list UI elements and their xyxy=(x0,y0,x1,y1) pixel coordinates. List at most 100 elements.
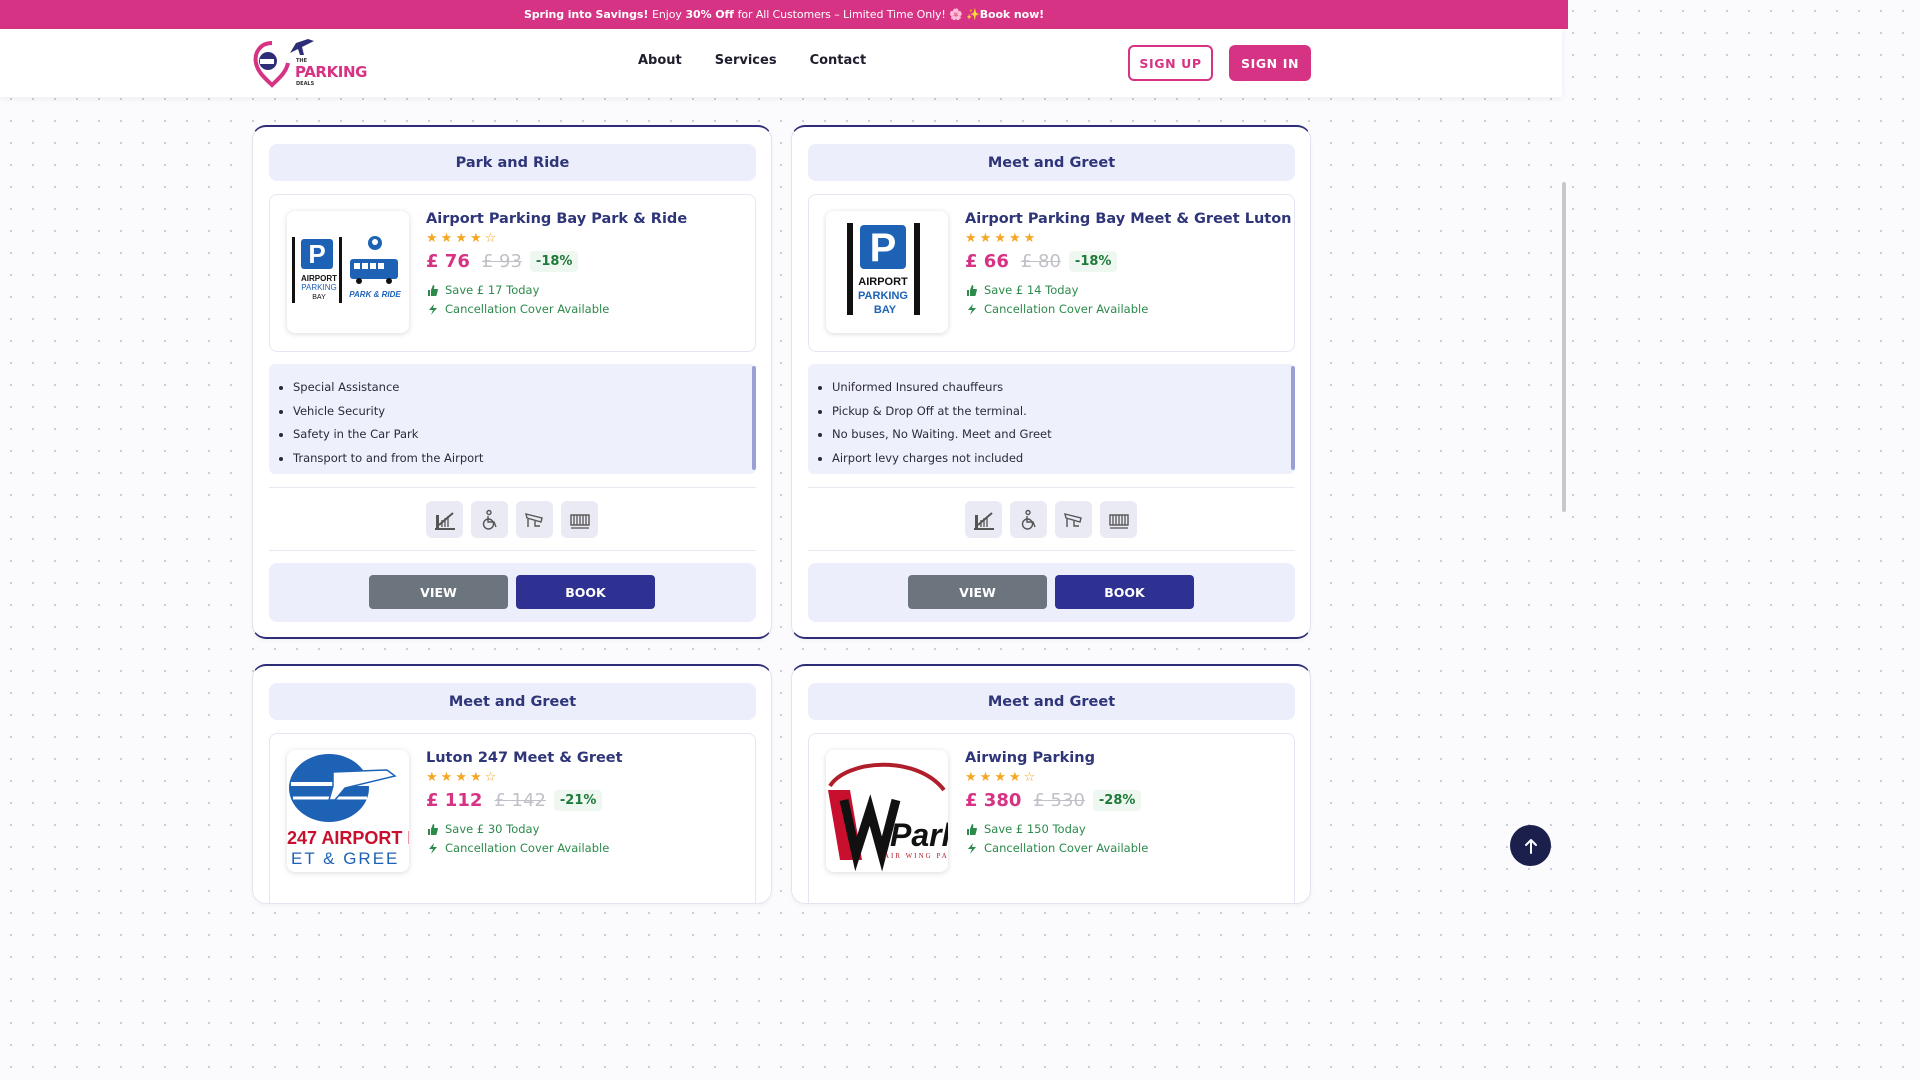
fence-icon[interactable] xyxy=(561,501,598,538)
save-line: Save £ 150 Today xyxy=(967,822,1086,836)
logo-text-parking: PARKING xyxy=(301,283,336,292)
cancel-line: Cancellation Cover Available xyxy=(428,302,609,316)
star-filled-icon: ★ xyxy=(965,770,977,785)
card-actions: VIEW BOOK xyxy=(808,563,1295,622)
feature-scrollbar[interactable] xyxy=(752,366,756,470)
logo-text-airwing: AIR WING PA xyxy=(884,852,948,860)
star-filled-icon: ★ xyxy=(426,770,438,785)
provider-logo[interactable]: 247 AIRPORT PA ET & GREE xyxy=(287,750,409,872)
divider xyxy=(269,487,756,488)
star-filled-icon: ★ xyxy=(1023,231,1036,246)
cctv-icon[interactable] xyxy=(516,501,553,538)
logo-text-meet: ET & GREE xyxy=(291,849,399,868)
svg-text:P: P xyxy=(870,226,897,270)
bolt-icon xyxy=(968,842,976,854)
card-type-label: Meet and Greet xyxy=(269,683,756,720)
logo-text-park-ride: PARK & RIDE xyxy=(349,290,401,299)
promo-highlight: 30% Off xyxy=(685,8,734,21)
amenity-icons xyxy=(426,501,598,538)
logo-main-text: PARKING xyxy=(295,63,368,81)
view-button[interactable]: VIEW xyxy=(369,575,508,609)
sign-up-button[interactable]: SIGN UP xyxy=(1128,45,1213,81)
rating-stars: ★ ★ ★ ★ ☆ xyxy=(965,771,1035,785)
star-filled-icon: ★ xyxy=(440,770,453,785)
card-type-label: Meet and Greet xyxy=(808,683,1295,720)
main-nav: About Services Contact xyxy=(638,53,866,68)
star-empty-icon: ☆ xyxy=(484,770,497,785)
parking-card: Meet and Greet P AIRPORT PARKING BAY Air… xyxy=(791,125,1311,639)
card-type-label: Meet and Greet xyxy=(808,144,1295,181)
thumbs-up-icon xyxy=(967,823,977,835)
feature-list[interactable]: Special Assistance Vehicle Security Safe… xyxy=(269,364,756,474)
star-filled-icon: ★ xyxy=(994,770,1006,785)
provider-name[interactable]: Airport Parking Bay Park & Ride xyxy=(426,211,687,227)
logo-text-airport: AIRPORT xyxy=(858,276,908,288)
book-button[interactable]: BOOK xyxy=(1055,575,1194,609)
star-filled-icon: ★ xyxy=(979,770,992,785)
promo-cta[interactable]: Book now! xyxy=(980,8,1044,21)
feature-item: Vehicle Security xyxy=(293,400,756,424)
rating-stars: ★ ★ ★ ★ ☆ xyxy=(426,232,496,246)
page-scrollbar[interactable] xyxy=(1562,182,1566,512)
provider-name[interactable]: Luton 247 Meet & Greet xyxy=(426,750,623,766)
cancel-line: Cancellation Cover Available xyxy=(967,841,1148,855)
logo-text-airport: 247 AIRPORT PA xyxy=(287,828,409,848)
arrow-up-icon xyxy=(1524,838,1537,854)
promo-text-2: for All Customers – Limited Time Only! 🌸… xyxy=(737,8,980,21)
price: £ 380 xyxy=(965,790,1022,811)
scroll-to-top-button[interactable] xyxy=(1510,825,1551,866)
promo-lead: Spring into Savings! xyxy=(523,8,649,21)
fence-icon[interactable] xyxy=(1100,501,1137,538)
feature-item: No buses, No Waiting. Meet and Greet xyxy=(832,423,1295,447)
feature-scrollbar[interactable] xyxy=(1291,366,1295,470)
rating-stars: ★ ★ ★ ★ ☆ xyxy=(426,771,496,785)
nav-services[interactable]: Services xyxy=(715,53,777,68)
divider xyxy=(269,550,756,551)
save-text: Save £ 150 Today xyxy=(984,822,1086,836)
provider-name[interactable]: Airport Parking Bay Meet & Greet Luton xyxy=(965,211,1292,227)
provider-logo[interactable]: P AIRPORT PARKING BAY xyxy=(826,211,948,333)
star-filled-icon: ★ xyxy=(979,231,992,246)
book-button[interactable]: BOOK xyxy=(516,575,655,609)
parking-bay-logo-icon: P AIRPORT PARKING BAY xyxy=(847,223,920,316)
provider-logo[interactable]: Parki AIR WING PA xyxy=(826,750,948,872)
barrier-icon[interactable] xyxy=(426,501,463,538)
star-filled-icon: ★ xyxy=(469,770,482,785)
feature-item: Uniformed Insured chauffeurs xyxy=(832,376,1295,400)
site-logo[interactable]: THE PARKING DEALS xyxy=(252,37,368,89)
star-empty-icon: ☆ xyxy=(484,231,497,246)
feature-item: Transport to and from the Airport xyxy=(293,447,756,471)
discount-badge: -18% xyxy=(1068,251,1118,272)
old-price: £ 80 xyxy=(1020,251,1061,272)
price: £ 76 xyxy=(426,251,470,272)
discount-badge: -21% xyxy=(553,790,603,811)
discount-badge: -18% xyxy=(529,251,579,272)
wheelchair-icon[interactable] xyxy=(471,501,508,538)
amenity-icons xyxy=(965,501,1137,538)
view-button[interactable]: VIEW xyxy=(908,575,1047,609)
feature-list[interactable]: Uniformed Insured chauffeurs Pickup & Dr… xyxy=(808,364,1295,474)
save-line: Save £ 14 Today xyxy=(967,283,1078,297)
barrier-icon[interactable] xyxy=(965,501,1002,538)
sign-in-button[interactable]: SIGN IN xyxy=(1229,45,1311,81)
nav-about[interactable]: About xyxy=(638,53,682,68)
feature-item: Safety in the Car Park xyxy=(293,423,756,447)
provider-name[interactable]: Airwing Parking xyxy=(965,750,1095,766)
rating-stars: ★ ★ ★ ★ ★ xyxy=(965,232,1035,246)
provider-logo[interactable]: P AIRPORT PARKING BAY PARK & RIDE xyxy=(287,211,409,333)
divider xyxy=(808,550,1295,551)
card-type-label: Park and Ride xyxy=(269,144,756,181)
feature-item: Airport levy charges not included xyxy=(832,447,1295,471)
cancel-text: Cancellation Cover Available xyxy=(984,302,1149,316)
card-info: Parki AIR WING PA Airwing Parking ★ ★ ★ … xyxy=(808,733,1295,903)
parking-card: Meet and Greet Parki AIR WING PA Airwing… xyxy=(791,664,1311,904)
feature-item: Pickup & Drop Off at the terminal. xyxy=(832,400,1295,424)
wheelchair-icon[interactable] xyxy=(1010,501,1047,538)
cancel-line: Cancellation Cover Available xyxy=(428,841,609,855)
star-filled-icon: ★ xyxy=(455,770,467,785)
divider xyxy=(808,487,1295,488)
save-text: Save £ 14 Today xyxy=(984,283,1079,297)
cctv-icon[interactable] xyxy=(1055,501,1092,538)
nav-contact[interactable]: Contact xyxy=(810,53,867,68)
promo-banner[interactable]: Spring into Savings! Enjoy 30% Off for A… xyxy=(0,0,1568,29)
